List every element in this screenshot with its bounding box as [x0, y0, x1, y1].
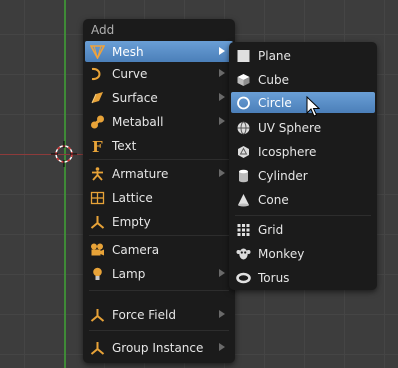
- menu-item-empty[interactable]: Empty: [85, 211, 233, 232]
- menu-separator: [89, 159, 229, 160]
- 3d-cursor-icon[interactable]: [51, 141, 77, 167]
- grid-icon: [235, 222, 252, 238]
- grid-line: [24, 0, 25, 368]
- add-menu: Add Mesh Curve Surface Metaball F Text A…: [83, 19, 235, 363]
- menu-item-force-field[interactable]: Force Field: [85, 304, 233, 325]
- camera-icon: [89, 242, 106, 258]
- submenu-arrow-icon: [219, 343, 225, 351]
- submenu-arrow-icon: [219, 269, 225, 277]
- menu-item-label: Metaball: [112, 114, 164, 129]
- menu-item-label: Cylinder: [258, 168, 308, 183]
- cube-icon: [235, 72, 252, 88]
- menu-item-label: Group Instance: [112, 340, 204, 355]
- mouse-pointer-icon: [306, 96, 320, 117]
- menu-item-torus[interactable]: Torus: [231, 267, 375, 288]
- surface-icon: [89, 90, 106, 106]
- text-icon: F: [89, 138, 106, 154]
- menu-item-label: Empty: [112, 214, 151, 229]
- lattice-icon: [89, 190, 106, 206]
- submenu-arrow-icon: [219, 310, 225, 318]
- group-instance-icon: [89, 340, 106, 356]
- menu-item-cylinder[interactable]: Cylinder: [231, 165, 375, 186]
- menu-item-lamp[interactable]: Lamp: [85, 263, 233, 284]
- plane-icon: [235, 48, 252, 64]
- menu-item-group-instance[interactable]: Group Instance: [85, 337, 233, 358]
- submenu-arrow-icon: [219, 69, 225, 77]
- menu-item-plane[interactable]: Plane: [231, 45, 375, 66]
- submenu-arrow-icon: [219, 117, 225, 125]
- force-field-icon: [89, 307, 106, 323]
- grid-line: [384, 0, 385, 368]
- menu-item-text[interactable]: F Text: [85, 135, 233, 156]
- menu-item-icosphere[interactable]: Icosphere: [231, 141, 375, 162]
- curve-icon: [89, 66, 106, 82]
- menu-item-label: Curve: [112, 66, 148, 81]
- mesh-icon: [89, 44, 106, 60]
- torus-icon: [235, 270, 252, 286]
- cylinder-icon: [235, 168, 252, 184]
- add-menu-title: Add: [91, 23, 115, 37]
- menu-item-label: Icosphere: [258, 144, 317, 159]
- menu-item-grid[interactable]: Grid: [231, 219, 375, 240]
- menu-separator: [235, 215, 371, 216]
- menu-item-label: Torus: [258, 270, 290, 285]
- menu-item-label: Armature: [112, 166, 169, 181]
- menu-item-mesh[interactable]: Mesh: [85, 41, 233, 62]
- menu-separator: [89, 330, 229, 331]
- menu-item-label: Mesh: [112, 44, 144, 59]
- menu-item-surface[interactable]: Surface: [85, 87, 233, 108]
- menu-item-cone[interactable]: Cone: [231, 189, 375, 210]
- menu-item-cube[interactable]: Cube: [231, 69, 375, 90]
- y-axis-line: [64, 0, 66, 368]
- menu-separator: [89, 290, 229, 291]
- monkey-icon: [235, 246, 252, 262]
- menu-item-label: Camera: [112, 242, 160, 257]
- circle-icon: [235, 95, 252, 111]
- cone-icon: [235, 192, 252, 208]
- menu-item-label: Text: [112, 138, 137, 153]
- menu-item-lattice[interactable]: Lattice: [85, 187, 233, 208]
- menu-item-label: Force Field: [112, 307, 176, 322]
- menu-item-uv-sphere[interactable]: UV Sphere: [231, 117, 375, 138]
- lamp-icon: [89, 266, 106, 282]
- menu-item-label: Circle: [258, 95, 292, 110]
- armature-icon: [89, 166, 106, 182]
- menu-item-label: Cube: [258, 72, 289, 87]
- mesh-submenu: Plane Cube Circle UV Sphere Icosphere Cy…: [229, 42, 377, 290]
- menu-item-label: Lattice: [112, 190, 153, 205]
- empty-icon: [89, 214, 106, 230]
- menu-item-label: Cone: [258, 192, 289, 207]
- uv-sphere-icon: [235, 120, 252, 136]
- menu-item-armature[interactable]: Armature: [85, 163, 233, 184]
- icosphere-icon: [235, 144, 252, 160]
- menu-item-label: Plane: [258, 48, 291, 63]
- metaball-icon: [89, 114, 106, 130]
- menu-item-circle[interactable]: Circle: [231, 92, 375, 113]
- menu-item-monkey[interactable]: Monkey: [231, 243, 375, 264]
- menu-item-camera[interactable]: Camera: [85, 239, 233, 260]
- submenu-arrow-icon: [219, 169, 225, 177]
- menu-item-label: UV Sphere: [258, 120, 322, 135]
- menu-item-label: Lamp: [112, 266, 146, 281]
- menu-item-label: Surface: [112, 90, 158, 105]
- submenu-arrow-icon: [219, 47, 225, 55]
- menu-item-curve[interactable]: Curve: [85, 63, 233, 84]
- menu-item-label: Monkey: [258, 246, 305, 261]
- menu-item-label: Grid: [258, 222, 284, 237]
- submenu-arrow-icon: [219, 93, 225, 101]
- menu-separator: [89, 235, 229, 236]
- menu-item-metaball[interactable]: Metaball: [85, 111, 233, 132]
- svg-text:F: F: [92, 139, 103, 153]
